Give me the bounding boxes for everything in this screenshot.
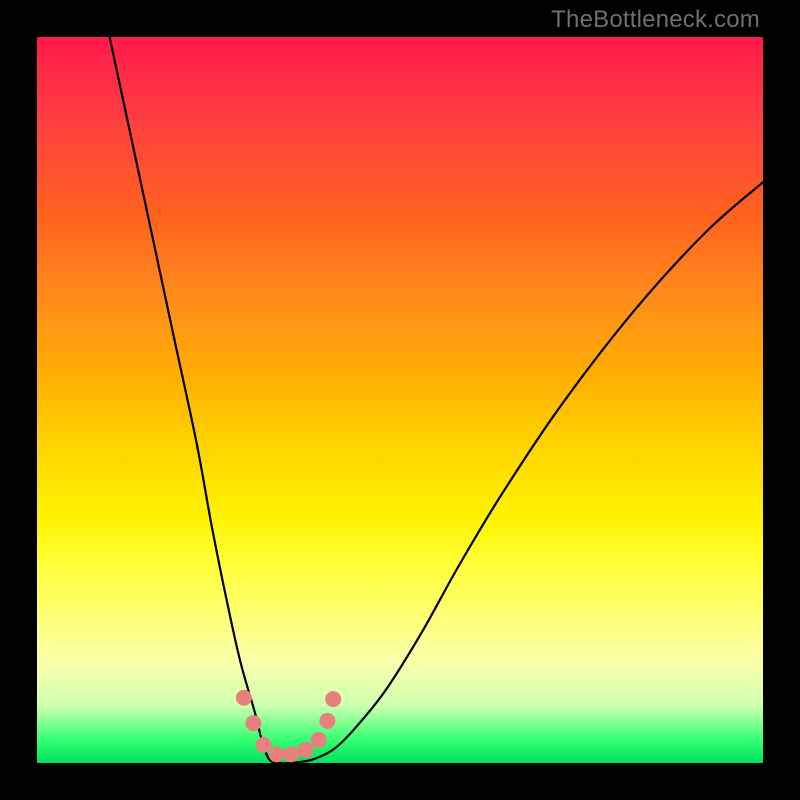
curve-marker (245, 715, 261, 731)
chart-plot-area (37, 37, 763, 763)
curve-marker (236, 690, 252, 706)
curve-marker (298, 742, 314, 758)
curve-marker (256, 737, 272, 753)
curve-marker (283, 746, 299, 762)
curve-marker (319, 713, 335, 729)
bottleneck-curve (110, 37, 763, 763)
curve-marker (269, 746, 285, 762)
curve-marker (311, 732, 327, 748)
chart-svg (37, 37, 763, 763)
curve-marker (325, 691, 341, 707)
watermark-text: TheBottleneck.com (551, 6, 760, 34)
